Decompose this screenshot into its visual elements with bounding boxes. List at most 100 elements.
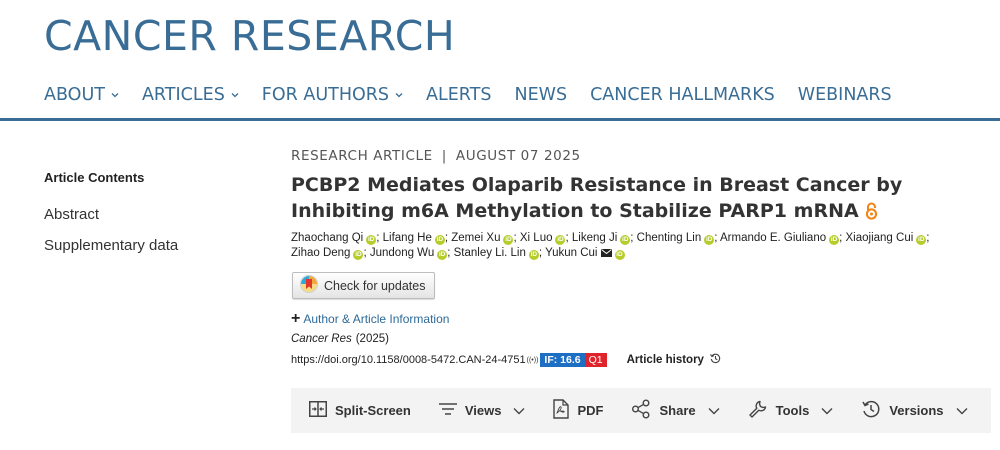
article-title-text: PCBP2 Mediates Olaparib Resistance in Br… xyxy=(291,174,903,222)
nav-item-about[interactable]: ABOUT xyxy=(44,85,119,105)
author-list: Zhaochang Qi iD; Lifang He iD; Zemei Xu iD;… xyxy=(291,231,981,262)
journal-name: Cancer Res xyxy=(291,333,352,345)
chevron-down-icon xyxy=(231,91,239,99)
chevron-down-icon xyxy=(821,403,833,418)
pdf-file-icon xyxy=(553,399,570,422)
share-icon xyxy=(631,399,651,422)
orcid-icon[interactable]: iD xyxy=(555,235,566,245)
doi-line: https://doi.org/10.1158/0008-5472.CAN-24… xyxy=(291,353,721,367)
author-link[interactable]: Xiaojiang Cui iD xyxy=(845,232,927,245)
author-name: Chenting Lin xyxy=(636,232,702,244)
author-link[interactable]: Xi Luo iD xyxy=(519,232,566,245)
author-name: Yukun Cui xyxy=(545,247,598,259)
author-name: Likeng Ji xyxy=(571,232,618,244)
article-history-label: Article history xyxy=(626,354,704,366)
tools-dropdown[interactable]: Tools xyxy=(748,399,834,422)
nav-item-label: NEWS xyxy=(514,85,568,105)
wrench-icon xyxy=(748,399,768,422)
article-type: RESEARCH ARTICLE xyxy=(291,148,433,164)
impact-factor-badge: IF: 16.6 xyxy=(540,353,585,367)
nav-item-articles[interactable]: ARTICLES xyxy=(142,85,239,105)
author-link[interactable]: Likeng Ji iD xyxy=(571,232,631,245)
chevron-down-icon xyxy=(708,403,720,418)
split-screen-button[interactable]: Split-Screen xyxy=(309,401,411,420)
author-name: Xiaojiang Cui xyxy=(845,232,914,244)
quartile-badge: Q1 xyxy=(584,353,607,367)
orcid-icon[interactable]: iD xyxy=(704,235,715,245)
chevron-down-icon xyxy=(513,403,525,418)
nav-item-for-authors[interactable]: FOR AUTHORS xyxy=(262,85,403,105)
share-dropdown[interactable]: Share xyxy=(631,399,720,422)
site-title[interactable]: CANCER RESEARCH xyxy=(44,12,455,60)
article-history-button[interactable]: Article history xyxy=(627,353,721,367)
author-link[interactable]: Zemei Xu iD xyxy=(451,232,514,245)
author-name: Stanley Li. Lin xyxy=(453,247,526,259)
nav-item-news[interactable]: NEWS xyxy=(515,85,568,105)
list-lines-icon xyxy=(438,403,457,418)
orcid-icon[interactable]: iD xyxy=(528,250,539,260)
author-name: Armando E. Giuliano xyxy=(720,232,827,244)
author-name: Zemei Xu xyxy=(451,232,501,244)
nav-item-label: ALERTS xyxy=(426,85,492,105)
article-toolbar: Split-Screen Views PDF Share Tools Versi… xyxy=(291,388,991,433)
check-for-updates-label: Check for updates xyxy=(324,278,426,293)
nav-item-label: CANCER HALLMARKS xyxy=(590,85,775,105)
author-link[interactable]: Yukun Cui iD xyxy=(545,247,625,262)
broadcast-icon: ((•)) xyxy=(526,356,539,364)
crossmark-icon xyxy=(300,275,318,296)
author-article-information-toggle[interactable]: + Author & Article Information xyxy=(291,310,450,327)
author-link[interactable]: Chenting Lin iD xyxy=(636,232,715,245)
author-link[interactable]: Stanley Li. Lin iD xyxy=(453,247,539,260)
orcid-icon[interactable]: iD xyxy=(614,250,625,260)
pdf-button[interactable]: PDF xyxy=(553,399,603,422)
sidebar-item-abstract[interactable]: Abstract xyxy=(44,206,99,223)
share-label: Share xyxy=(659,403,696,418)
nav-item-alerts[interactable]: ALERTS xyxy=(426,85,491,105)
views-label: Views xyxy=(464,403,502,418)
author-name: Lifang He xyxy=(382,232,432,244)
nav-item-label: ABOUT xyxy=(44,85,105,105)
version-history-icon xyxy=(861,399,881,422)
orcid-icon[interactable]: iD xyxy=(503,235,514,245)
plus-icon: + xyxy=(291,310,301,327)
author-link[interactable]: Zhaochang Qi iD xyxy=(291,232,377,245)
tools-label: Tools xyxy=(775,403,810,418)
publication-date: AUGUST 07 2025 xyxy=(455,148,581,164)
chevron-down-icon xyxy=(395,91,403,99)
doi-link[interactable]: https://doi.org/10.1158/0008-5472.CAN-24… xyxy=(291,354,526,366)
versions-label: Versions xyxy=(889,403,944,418)
chevron-down-icon xyxy=(111,91,119,99)
orcid-icon[interactable]: iD xyxy=(916,235,927,245)
author-link[interactable]: Zihao Deng iD xyxy=(291,247,364,260)
author-link[interactable]: Armando E. Giuliano iD xyxy=(720,232,840,245)
views-dropdown[interactable]: Views xyxy=(438,403,526,418)
orcid-icon[interactable]: iD xyxy=(437,250,448,260)
main-nav: ABOUT ARTICLES FOR AUTHORS ALERTS NEWS C… xyxy=(44,84,915,106)
check-for-updates-button[interactable]: Check for updates xyxy=(292,272,435,299)
meta-separator: | xyxy=(441,148,447,164)
author-name: Jundong Wu xyxy=(369,247,435,259)
publication-year: (2025) xyxy=(355,333,389,345)
nav-item-webinars[interactable]: WEBINARS xyxy=(798,85,892,105)
journal-citation: Cancer Res (2025) xyxy=(291,333,389,345)
article-title: PCBP2 Mediates Olaparib Resistance in Br… xyxy=(291,172,981,227)
orcid-icon[interactable]: iD xyxy=(366,235,377,245)
nav-item-cancer-hallmarks[interactable]: CANCER HALLMARKS xyxy=(590,85,775,105)
author-link[interactable]: Jundong Wu iD xyxy=(369,247,448,260)
orcid-icon[interactable]: iD xyxy=(829,235,840,245)
author-name: Xi Luo xyxy=(519,232,553,244)
orcid-icon[interactable]: iD xyxy=(353,250,364,260)
split-screen-label: Split-Screen xyxy=(335,403,411,418)
sidebar-heading: Article Contents xyxy=(44,170,145,185)
history-clock-icon xyxy=(710,353,721,367)
versions-dropdown[interactable]: Versions xyxy=(861,399,968,422)
nav-divider xyxy=(0,118,1000,121)
orcid-icon[interactable]: iD xyxy=(620,235,631,245)
author-link[interactable]: Lifang He iD xyxy=(382,232,445,245)
chevron-down-icon xyxy=(956,403,968,418)
author-info-label: Author & Article Information xyxy=(303,312,450,326)
sidebar-item-supplementary-data[interactable]: Supplementary data xyxy=(44,237,178,254)
pdf-label: PDF xyxy=(577,403,604,418)
envelope-icon[interactable] xyxy=(600,247,612,262)
orcid-icon[interactable]: iD xyxy=(434,235,445,245)
